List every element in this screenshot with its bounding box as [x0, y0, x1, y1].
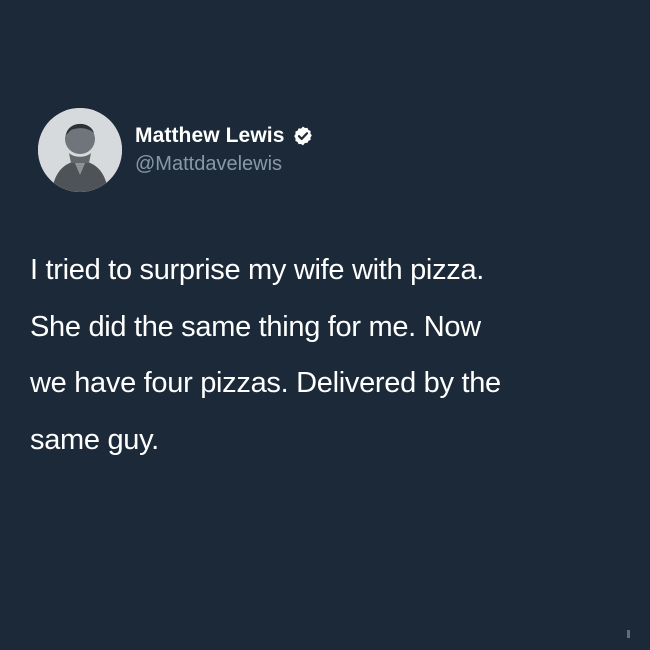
tweet-text-line: same guy.: [30, 423, 159, 456]
tweet-text-line: She did the same thing for me. Now: [30, 310, 481, 343]
avatar[interactable]: [38, 108, 122, 192]
tweet-text-line: I tried to surprise my wife with pizza.: [30, 254, 485, 286]
author-identity: Matthew Lewis @Mattdavelewis: [135, 120, 314, 176]
verified-badge-icon: [292, 125, 314, 147]
author-name-row: Matthew Lewis: [135, 120, 314, 152]
tweet-card: Matthew Lewis @Mattdavelewis I tried to …: [0, 0, 650, 650]
author-handle[interactable]: @Mattdavelewis: [135, 153, 314, 176]
tweet-text: I tried to surprise my wife with pizza. …: [30, 242, 620, 468]
corner-mark: [627, 630, 630, 638]
tweet-header: Matthew Lewis @Mattdavelewis: [38, 108, 314, 192]
tweet-text-line: we have four pizzas. Delivered by the: [30, 367, 501, 399]
profile-photo-icon: [38, 108, 122, 192]
author-name[interactable]: Matthew Lewis: [135, 124, 285, 148]
